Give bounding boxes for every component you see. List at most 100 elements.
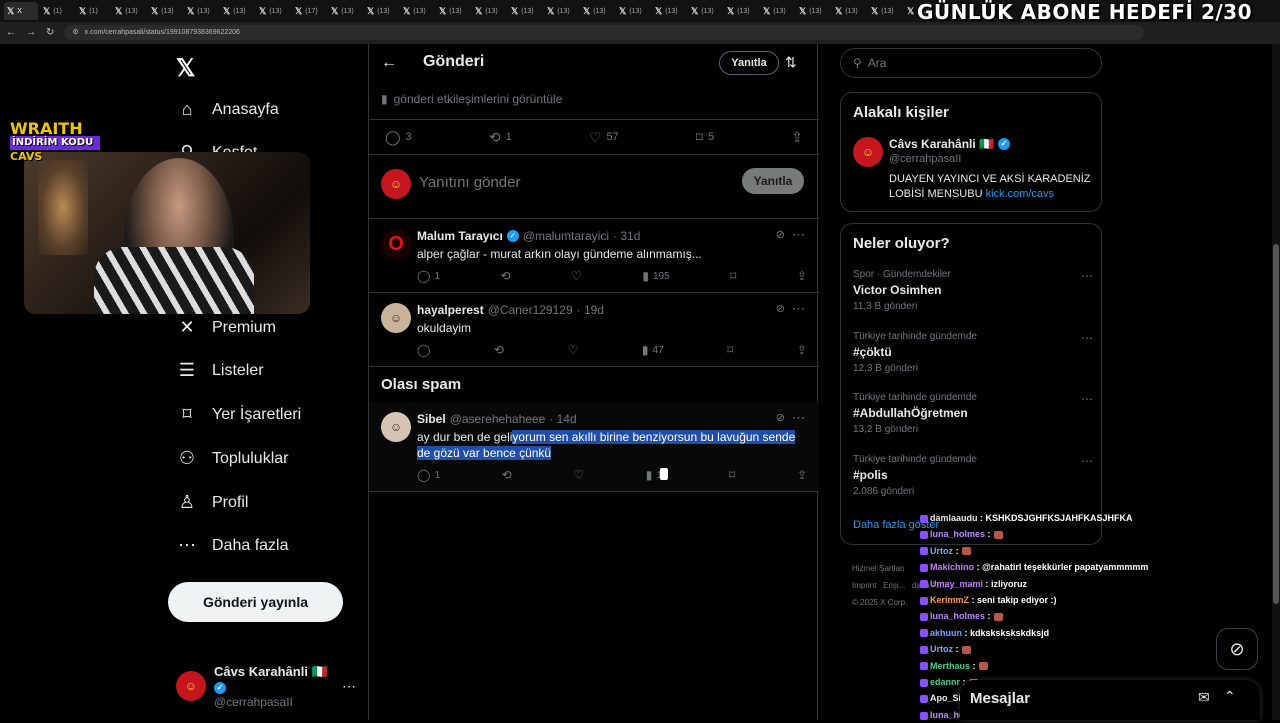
chat-username[interactable]: Makichino [930, 562, 974, 572]
chat-username[interactable]: edannr [930, 677, 960, 687]
browser-tab[interactable]: 𝕏 (13) [580, 2, 614, 20]
more-icon[interactable]: ⋯ [792, 410, 805, 426]
bookmark-action[interactable]: ⌑ [727, 343, 733, 357]
browser-tab[interactable]: 𝕏 (13) [544, 2, 578, 20]
reply-submit-button[interactable]: Yanıtla [742, 168, 804, 194]
author-name[interactable]: hayalperest [417, 303, 484, 317]
sidebar-item-profile[interactable]: ♙ Profil [176, 492, 249, 513]
grok-icon[interactable]: ⊘ [776, 302, 785, 315]
reply-input[interactable]: Yanıtını gönder [419, 174, 520, 191]
author-name[interactable]: Malum Tarayıcı [417, 229, 503, 243]
browser-tab[interactable]: 𝕏 (17) [292, 2, 326, 20]
chat-username[interactable]: Merthaus [930, 661, 970, 671]
messages-drawer[interactable]: Mesajlar ✉ ⌃ [960, 680, 1260, 720]
sidebar-item-bookmarks[interactable]: ⌑ Yer İşaretleri [176, 404, 301, 425]
tweet-time[interactable]: · 31d [613, 229, 640, 243]
views-action[interactable]: ▮ 47 [642, 343, 664, 357]
like-action[interactable]: ♡ [571, 269, 582, 283]
forward-nav-icon[interactable]: → [26, 27, 36, 38]
like-action[interactable]: ♡ [568, 343, 579, 357]
repost-action[interactable]: ⟲ [502, 468, 512, 482]
sliders-icon[interactable]: ⇅ [785, 54, 797, 71]
author-handle[interactable]: @aserehehaheee [450, 412, 546, 426]
bio-link[interactable]: kick.com/cavs [986, 188, 1054, 200]
chat-username[interactable]: damlaaudu [930, 513, 978, 523]
reply-action[interactable]: ◯ [417, 343, 430, 357]
grok-icon[interactable]: ⊘ [776, 411, 785, 424]
browser-tab[interactable]: 𝕏 (13) [220, 2, 254, 20]
trend-item[interactable]: Türkiye tarihinde gündemde #polis 2.086 gö… [853, 454, 1093, 497]
related-person-handle[interactable]: @cerrahpasaII [889, 153, 961, 165]
repost-action[interactable]: ⟲ [494, 343, 504, 357]
chat-username[interactable]: Umay_mami [930, 579, 983, 589]
author-name[interactable]: Sibel [417, 412, 446, 426]
more-icon[interactable]: ⋯ [1081, 269, 1093, 283]
author-handle[interactable]: @Caner129129 [488, 303, 573, 317]
browser-tab[interactable]: 𝕏 (13) [328, 2, 362, 20]
reposts-stat[interactable]: ⟲ 1 [489, 129, 512, 146]
share-action[interactable]: ⇪ [797, 468, 807, 482]
repost-action[interactable]: ⟲ [501, 269, 511, 283]
url-field[interactable]: ⚙ x.com/cerrahpasali/status/199108793836… [64, 24, 1145, 40]
more-icon[interactable]: ⋯ [1081, 392, 1093, 406]
more-icon[interactable]: ⋯ [1081, 331, 1093, 345]
browser-tab[interactable]: 𝕏 (13) [148, 2, 182, 20]
browser-tab[interactable]: 𝕏 (13) [256, 2, 290, 20]
share-action[interactable]: ⇪ [797, 269, 807, 283]
browser-tab[interactable]: 𝕏 (1) [76, 2, 110, 20]
sidebar-item-home[interactable]: ⌂ Anasayfa [176, 99, 279, 120]
scrollbar[interactable] [1272, 44, 1280, 720]
browser-tab[interactable]: 𝕏 (13) [688, 2, 722, 20]
tweet-time[interactable]: · 19d [577, 303, 604, 317]
chat-username[interactable]: luna_holmes [930, 529, 985, 539]
reply-action[interactable]: ◯ 1 [417, 468, 440, 482]
chat-username[interactable]: Urtoz [930, 644, 953, 654]
bookmarks-stat[interactable]: ⌑ 5 [696, 129, 714, 146]
footer-link[interactable]: Hizmet Şartları [852, 564, 905, 573]
chat-username[interactable]: akhuun [930, 628, 962, 638]
sidebar-item-communities[interactable]: ⚇ Topluluklar [176, 448, 289, 469]
share-button[interactable]: ⇪ [791, 129, 803, 146]
tweet-time[interactable]: · 14d [549, 412, 576, 426]
browser-tab[interactable]: 𝕏 (13) [832, 2, 866, 20]
account-more-icon[interactable]: ⋯ [342, 678, 356, 695]
chevron-up-icon[interactable]: ⌃ [1224, 688, 1236, 705]
bookmark-action[interactable]: ⌑ [729, 468, 735, 482]
grok-icon[interactable]: ⊘ [776, 228, 785, 241]
chat-username[interactable]: luna_holmes [930, 611, 985, 621]
browser-tab[interactable]: 𝕏 (13) [868, 2, 902, 20]
grok-button[interactable]: ⊘ [1216, 628, 1258, 670]
browser-tab[interactable]: 𝕏 (13) [184, 2, 218, 20]
browser-tab[interactable]: 𝕏 (1) [40, 2, 74, 20]
footer-link[interactable]: Erişi... [883, 581, 905, 590]
browser-tab[interactable]: 𝕏 (13) [652, 2, 686, 20]
sidebar-item-lists[interactable]: ☰ Listeler [176, 360, 264, 381]
avatar[interactable]: ☺ [853, 137, 883, 167]
x-logo-icon[interactable]: 𝕏 [176, 54, 195, 83]
post-button[interactable]: Gönderi yayınla [168, 582, 343, 622]
bookmark-action[interactable]: ⌑ [730, 269, 736, 283]
search-input[interactable]: ⚲ Ara [840, 48, 1102, 78]
browser-tab[interactable]: 𝕏 (13) [724, 2, 758, 20]
reply-header-button[interactable]: Yanıtla [719, 51, 779, 75]
chat-username[interactable]: Urtoz [930, 546, 953, 556]
trend-item[interactable]: Türkiye tarihinde gündemde #AbdullahÖğret… [853, 392, 1093, 435]
account-switcher[interactable]: ☺ Câvs Karahânli 🇮🇹 ✓ @cerrahpasaII ⋯ [176, 664, 366, 709]
back-nav-icon[interactable]: ← [6, 27, 16, 38]
likes-stat[interactable]: ♡ 57 [589, 129, 619, 146]
compose-message-icon[interactable]: ✉ [1198, 689, 1210, 706]
browser-tab[interactable]: 𝕏 (13) [760, 2, 794, 20]
reply-action[interactable]: ◯ 1 [417, 269, 440, 283]
browser-tab[interactable]: 𝕏 (13) [112, 2, 146, 20]
browser-tab[interactable]: 𝕏 (13) [508, 2, 542, 20]
replies-stat[interactable]: ◯ 3 [385, 129, 412, 146]
share-action[interactable]: ⇪ [797, 343, 807, 357]
browser-tab[interactable]: 𝕏 (13) [616, 2, 650, 20]
reply-tweet[interactable]: ☺ hayalperest @Caner129129 · 19d ⊘ ⋯ okuld… [369, 293, 819, 367]
chat-username[interactable]: KerimmZ [930, 595, 969, 605]
browser-tab[interactable]: 𝕏 (13) [796, 2, 830, 20]
browser-tab[interactable]: 𝕏 (13) [364, 2, 398, 20]
views-action[interactable]: ▮ 195 [642, 269, 669, 283]
related-person-name[interactable]: Câvs Karahânli 🇮🇹 ✓ [889, 137, 1010, 151]
back-arrow-icon[interactable]: ← [381, 54, 397, 72]
